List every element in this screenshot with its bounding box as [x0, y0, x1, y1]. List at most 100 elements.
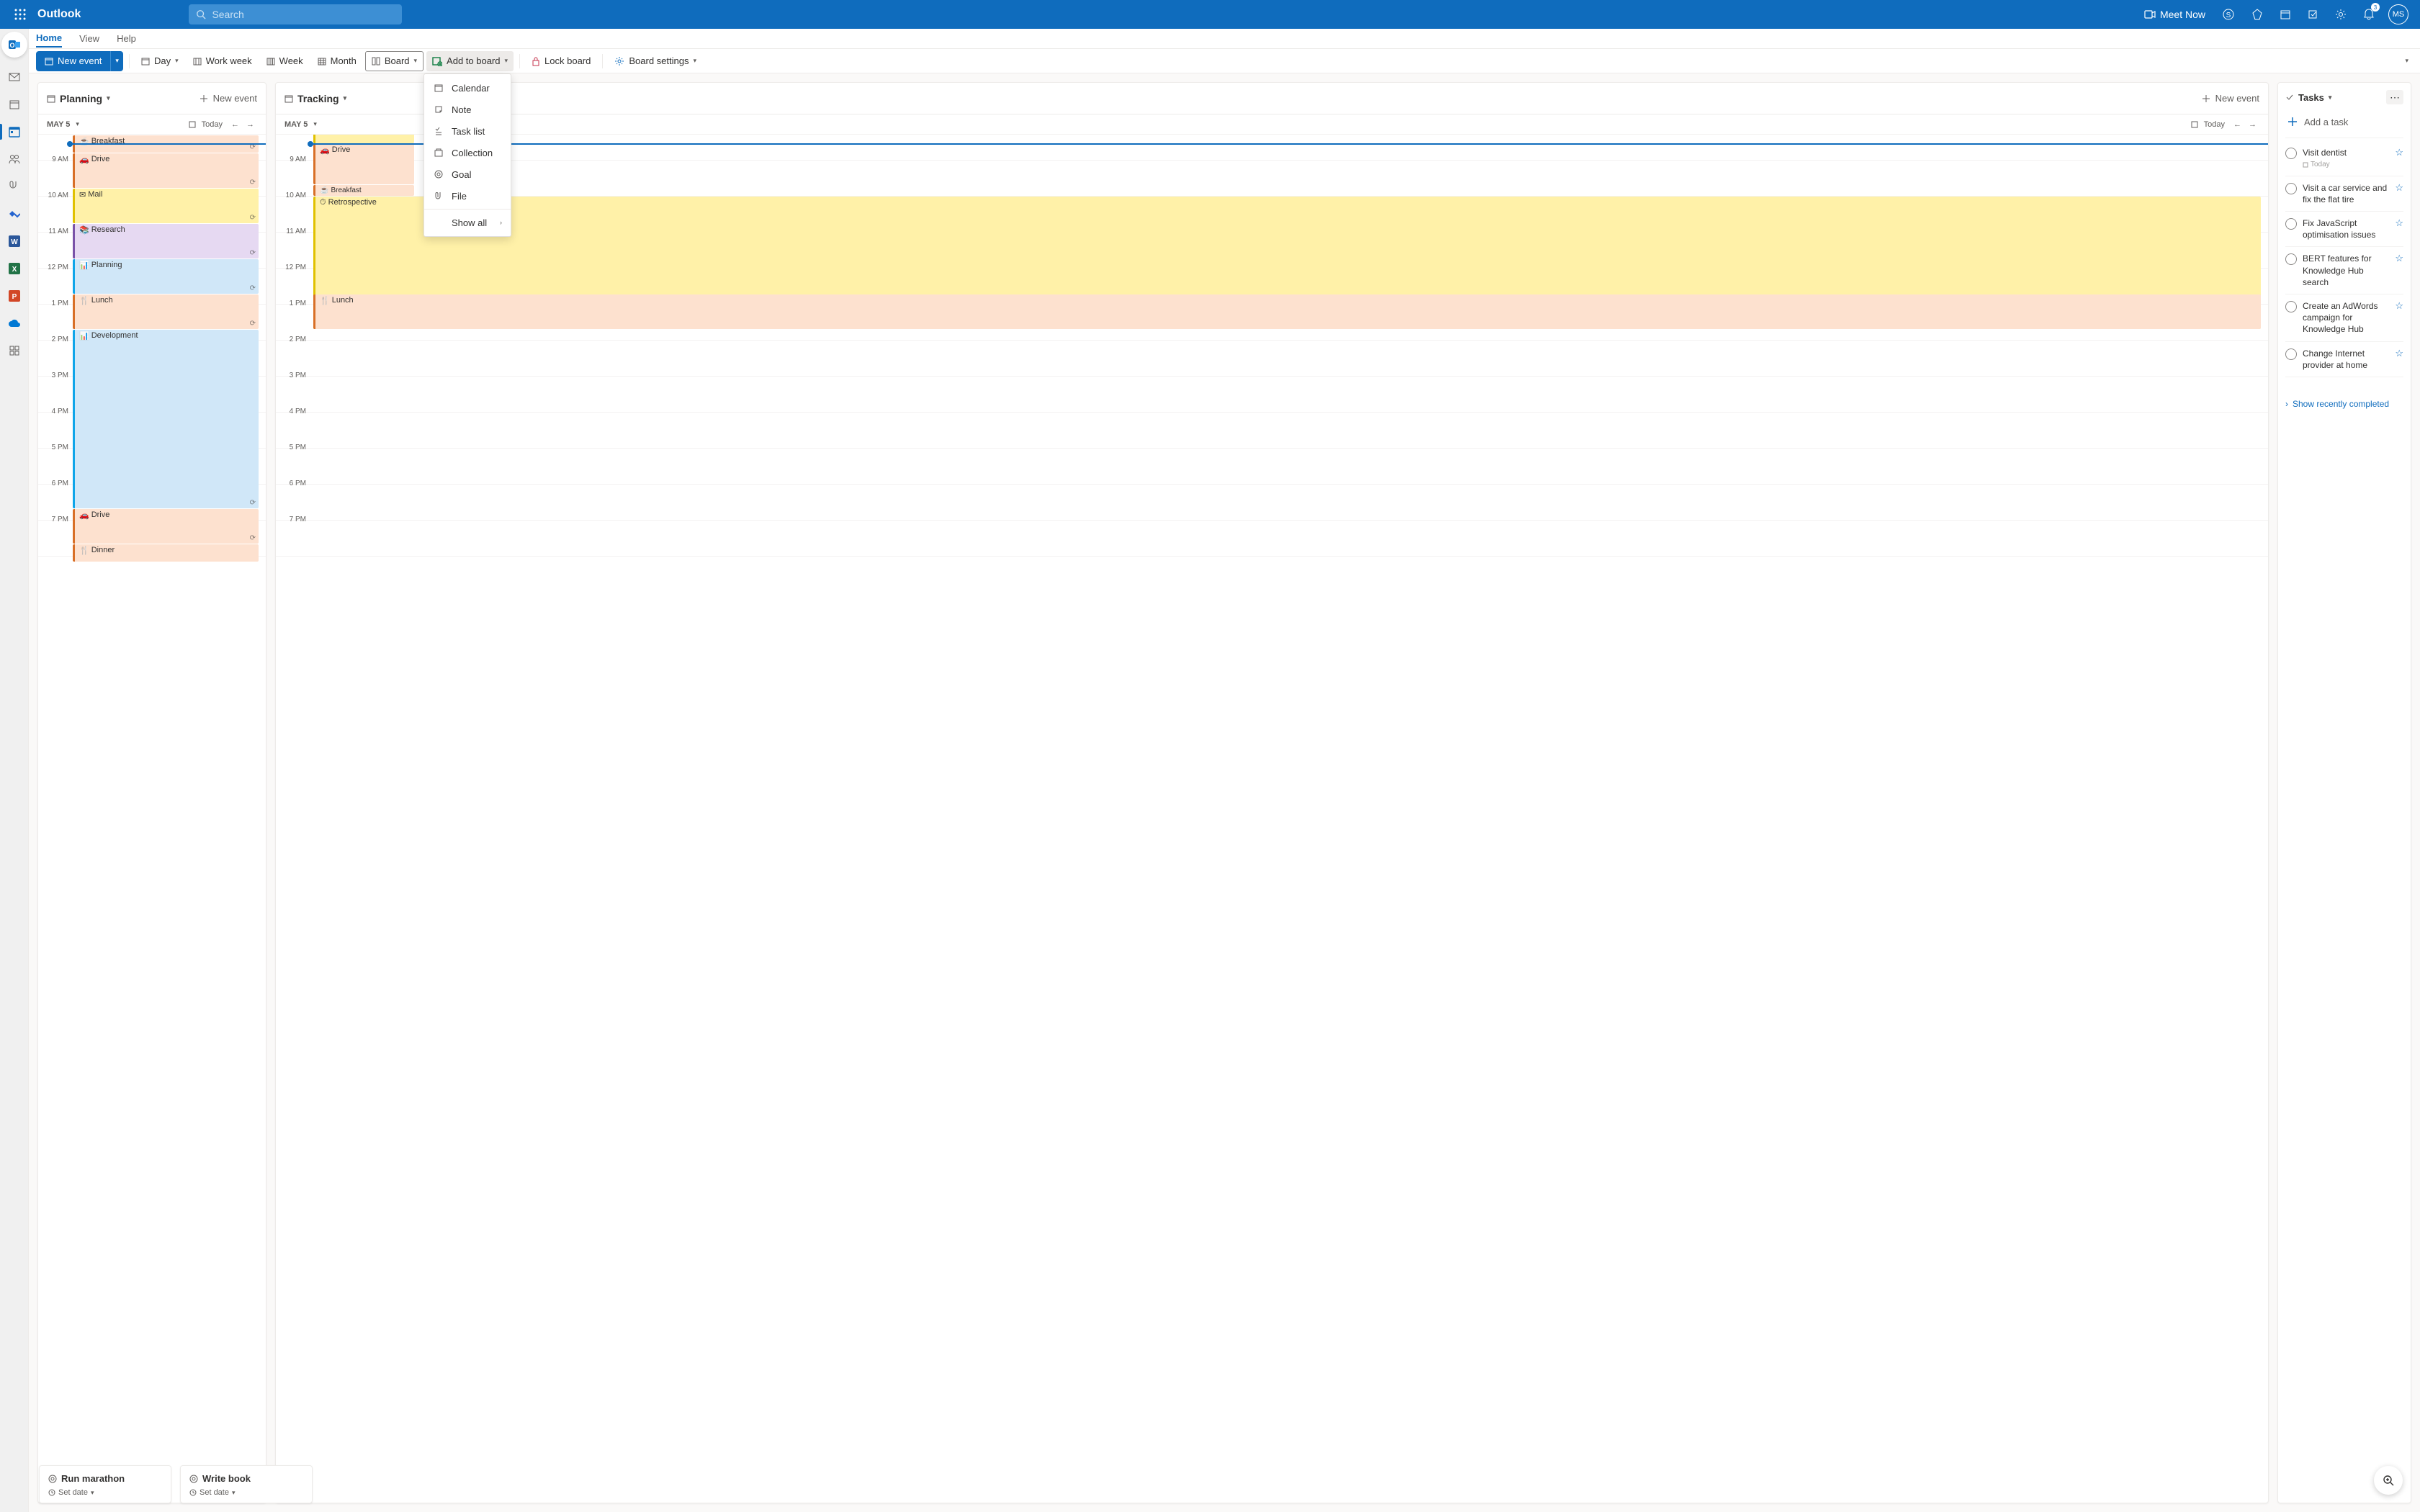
view-board-button[interactable]: Board▾	[365, 51, 424, 71]
event-mail[interactable]: ✉Mail⟳	[73, 189, 259, 223]
rail-word-icon[interactable]: W	[0, 228, 29, 255]
task-complete-circle[interactable]	[2285, 183, 2297, 194]
lock-board-button[interactable]: Lock board	[526, 51, 596, 71]
planning-next-icon[interactable]: →	[243, 119, 257, 130]
task-star-icon[interactable]: ☆	[2395, 217, 2403, 229]
tracking-today[interactable]: Today	[2204, 120, 2225, 129]
hour-label: 9 AM	[282, 156, 306, 163]
tips-icon[interactable]	[2299, 0, 2326, 29]
event-mail-track[interactable]: ✉Mail	[313, 135, 414, 143]
event-research[interactable]: 📚Research⟳	[73, 224, 259, 258]
tracking-date[interactable]: MAY 5	[284, 120, 308, 129]
toolbar-overflow[interactable]: ▾	[2399, 51, 2414, 71]
task-item[interactable]: Change Internet provider at home ☆	[2285, 342, 2403, 377]
skype-icon[interactable]: S	[2214, 0, 2243, 29]
task-star-icon[interactable]: ☆	[2395, 348, 2403, 359]
tab-help[interactable]: Help	[117, 30, 136, 47]
planning-today[interactable]: Today	[202, 120, 223, 129]
dd-showall[interactable]: Show all›	[424, 212, 511, 233]
show-completed-button[interactable]: ›Show recently completed	[2285, 392, 2403, 409]
event-drive2[interactable]: 🚗Drive⟳	[73, 509, 259, 544]
tab-home[interactable]: Home	[36, 30, 62, 48]
planning-new-event[interactable]: New event	[199, 93, 257, 104]
rail-calendar-icon[interactable]	[0, 118, 29, 145]
dd-file[interactable]: File	[424, 185, 511, 207]
rail-calendar2-icon[interactable]	[0, 91, 29, 118]
workweek-label: Work week	[206, 55, 252, 66]
rail-todo-icon[interactable]	[0, 200, 29, 228]
event-drive[interactable]: 🚗Drive⟳	[73, 153, 259, 188]
meet-now-label: Meet Now	[2160, 9, 2205, 20]
rail-people-icon[interactable]	[0, 145, 29, 173]
meet-now-button[interactable]: Meet Now	[2136, 0, 2214, 29]
rail-more-apps-icon[interactable]	[0, 337, 29, 364]
task-star-icon[interactable]: ☆	[2395, 147, 2403, 158]
notifications-icon[interactable]: 3	[2355, 0, 2383, 29]
hour-label: 11 AM	[282, 228, 306, 235]
tasks-more-icon[interactable]: ⋯	[2386, 90, 2403, 104]
task-star-icon[interactable]: ☆	[2395, 253, 2403, 264]
rail-powerpoint-icon[interactable]: P	[0, 282, 29, 310]
task-text: Create an AdWords campaign for Knowledge…	[2303, 300, 2389, 336]
hour-label: 6 PM	[44, 480, 68, 487]
tracking-next-icon[interactable]: →	[2246, 119, 2259, 130]
goal-set-date[interactable]: Set date▾	[189, 1488, 303, 1497]
tracking-new-event[interactable]: New event	[2201, 93, 2259, 104]
view-day-button[interactable]: Day▾	[135, 51, 184, 71]
planning-prev-icon[interactable]: ←	[228, 119, 242, 130]
rail-onedrive-icon[interactable]	[0, 310, 29, 337]
task-item[interactable]: Fix JavaScript optimisation issues ☆	[2285, 212, 2403, 247]
task-due: Today	[2303, 160, 2389, 170]
dd-calendar[interactable]: Calendar	[424, 77, 511, 99]
event-breakfast-track[interactable]: ☕Breakfast	[313, 185, 414, 196]
svg-text:W: W	[11, 238, 18, 246]
dd-goal[interactable]: Goal	[424, 163, 511, 185]
task-complete-circle[interactable]	[2285, 348, 2297, 360]
view-week-button[interactable]: Week	[261, 51, 309, 71]
dd-tasklist[interactable]: Task list	[424, 120, 511, 142]
outlook-logo-icon[interactable]: O	[1, 32, 27, 58]
dd-collection[interactable]: Collection	[424, 142, 511, 163]
goal-set-date[interactable]: Set date▾	[48, 1488, 162, 1497]
search-input[interactable]: Search	[189, 4, 402, 24]
my-day-icon[interactable]	[2272, 0, 2299, 29]
add-task-button[interactable]: Add a task	[2285, 112, 2403, 138]
event-development[interactable]: 📊Development⟳	[73, 330, 259, 508]
premium-icon[interactable]	[2243, 0, 2272, 29]
new-event-button[interactable]: New event	[36, 51, 110, 71]
task-star-icon[interactable]: ☆	[2395, 182, 2403, 194]
add-to-board-button[interactable]: Add to board▾	[426, 51, 514, 71]
task-complete-circle[interactable]	[2285, 148, 2297, 159]
rail-excel-icon[interactable]: X	[0, 255, 29, 282]
tracking-prev-icon[interactable]: ←	[2231, 119, 2244, 130]
zoom-button[interactable]	[2374, 1466, 2403, 1495]
task-complete-circle[interactable]	[2285, 301, 2297, 312]
dd-note[interactable]: Note	[424, 99, 511, 120]
task-item[interactable]: Visit dentistToday ☆	[2285, 141, 2403, 176]
task-item[interactable]: Visit a car service and fix the flat tir…	[2285, 176, 2403, 212]
task-complete-circle[interactable]	[2285, 253, 2297, 265]
event-lunch[interactable]: 🍴Lunch⟳	[73, 294, 259, 329]
new-event-split[interactable]: ▾	[110, 51, 123, 71]
event-drive-track[interactable]: 🚗Drive	[313, 144, 414, 184]
task-item[interactable]: Create an AdWords campaign for Knowledge…	[2285, 294, 2403, 342]
board-settings-button[interactable]: Board settings▾	[609, 51, 702, 71]
event-lunch-track[interactable]: 🍴Lunch	[313, 294, 2261, 329]
goal-write-book[interactable]: Write book Set date▾	[180, 1465, 313, 1503]
avatar[interactable]: MS	[2388, 4, 2408, 24]
rail-mail-icon[interactable]	[0, 63, 29, 91]
view-month-button[interactable]: Month	[312, 51, 362, 71]
rail-files-icon[interactable]	[0, 173, 29, 200]
tab-view[interactable]: View	[79, 30, 99, 47]
goal-run-marathon[interactable]: Run marathon Set date▾	[39, 1465, 171, 1503]
task-star-icon[interactable]: ☆	[2395, 300, 2403, 312]
settings-icon[interactable]	[2326, 0, 2355, 29]
task-item[interactable]: BERT features for Knowledge Hub search ☆	[2285, 247, 2403, 294]
planning-date[interactable]: MAY 5	[47, 120, 70, 129]
view-workweek-button[interactable]: Work week	[187, 51, 258, 71]
app-launcher-icon[interactable]	[6, 0, 35, 29]
event-planning[interactable]: 📊Planning⟳	[73, 259, 259, 294]
tab-row: Home View Help	[0, 29, 2420, 49]
task-complete-circle[interactable]	[2285, 218, 2297, 230]
event-dinner[interactable]: 🍴Dinner	[73, 544, 259, 562]
